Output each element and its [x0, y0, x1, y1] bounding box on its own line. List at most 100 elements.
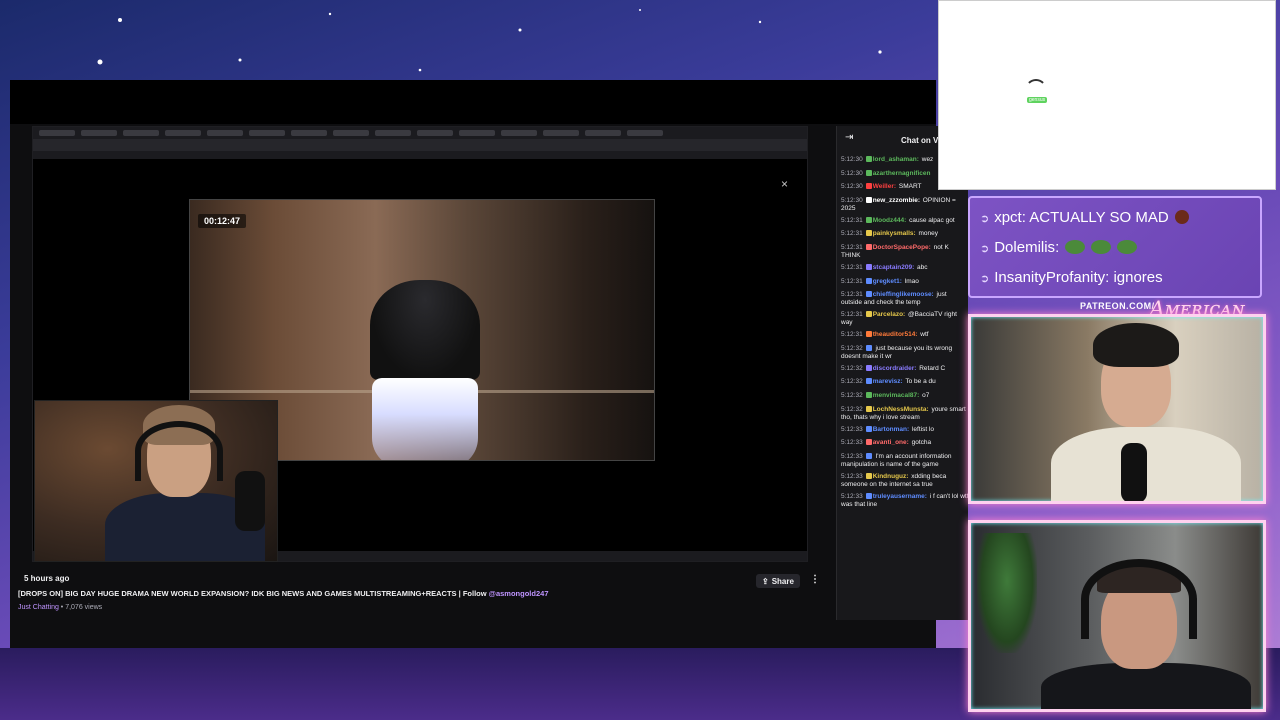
chat-username[interactable]: avanti_one: [873, 439, 909, 446]
chat-message: 5:12:32 marevisz: To be a du [837, 376, 968, 390]
browser-tab[interactable] [459, 130, 495, 136]
browser-tab[interactable] [291, 130, 327, 136]
chat-badge-icon [865, 439, 872, 446]
address-bar[interactable] [33, 139, 807, 151]
browser-source-overlay: gensus [938, 0, 1276, 190]
browser-tab[interactable] [207, 130, 243, 136]
collapse-chat-icon[interactable]: ⇥ [845, 132, 853, 143]
more-options-button[interactable]: ⋮ [810, 574, 820, 585]
chat-badge-icon [865, 169, 872, 176]
chat-text: Retard C [917, 364, 946, 372]
chat-timestamp: 5:12:31 [841, 311, 863, 319]
chat-username[interactable]: Kindnuguz: [873, 473, 909, 480]
category-link[interactable]: Just Chatting [18, 604, 59, 611]
chat-timestamp: 5:12:31 [841, 277, 863, 285]
guest-webcam-top [968, 314, 1266, 504]
browser-tab[interactable] [123, 130, 159, 136]
browser-tab[interactable] [543, 130, 579, 136]
chat-badge-icon [865, 331, 872, 338]
browser-tab[interactable] [333, 130, 369, 136]
chat-message: 5:12:31 stcaptain209: abc [837, 262, 968, 276]
chat-timestamp: 5:12:31 [841, 243, 863, 251]
view-count: • 7,076 views [58, 604, 103, 611]
chat-username[interactable]: DoctorSpacePope: [873, 244, 931, 251]
chat-message: 5:12:31 painkysmalls: money [837, 228, 968, 242]
chat-timestamp: 5:12:32 [841, 378, 863, 386]
chat-message: 5:12:32 just because you its wrong doesn… [837, 343, 968, 363]
share-button[interactable]: ⇪ Share [756, 574, 800, 588]
chat-badge-icon [865, 311, 872, 318]
chat-message: 5:12:31 Parcelazo: @BacciaTV right way [837, 309, 968, 329]
bookmarks-bar [33, 151, 807, 159]
video-title: [DROPS ON] BIG DAY HUGE DRAMA NEW WORLD … [18, 589, 548, 598]
chat-bubble-icon: ➲ [980, 273, 990, 285]
browser-tab[interactable] [39, 130, 75, 136]
browser-tab-strip[interactable] [33, 127, 807, 139]
chat-timestamp: 5:12:33 [841, 425, 863, 433]
browser-tab[interactable] [417, 130, 453, 136]
chat-username[interactable]: Parcelazo: [873, 311, 906, 318]
chat-username[interactable]: stcaptain209: [873, 264, 915, 271]
headset-icon [1081, 559, 1197, 639]
chat-text: leftist lo [910, 425, 935, 433]
video-info-panel: 5 hours ago [DROPS ON] BIG DAY HUGE DRAM… [10, 568, 830, 648]
chat-username[interactable]: theauditor514: [873, 331, 918, 338]
chat-badge-icon [865, 405, 872, 412]
overlay-text: : ignores [1105, 269, 1163, 286]
chat-message: 5:12:30 new_zzzombie: OPINION = 2025 [837, 195, 968, 215]
chat-username[interactable]: marevisz: [873, 378, 903, 385]
chat-message-list: 5:12:30 lord_ashaman: wez 5:12:30 azarthern… [837, 154, 968, 511]
chat-timestamp: 5:12:31 [841, 291, 863, 299]
browser-tab[interactable] [375, 130, 411, 136]
chat-username[interactable]: chieffinglikemoose: [873, 291, 934, 298]
chat-username[interactable]: azarthernagnificen [873, 170, 931, 177]
chat-badge-icon [865, 263, 872, 270]
chat-timestamp: 5:12:33 [841, 472, 863, 480]
browser-tab[interactable] [81, 130, 117, 136]
chat-username[interactable]: discordraider: [873, 365, 917, 372]
chat-username[interactable]: Weiller: [873, 183, 896, 190]
chat-timestamp: 5:12:32 [841, 364, 863, 372]
headset-icon [135, 421, 223, 481]
chat-badge-icon [865, 378, 872, 385]
chat-message: 5:12:31 gregket1: lmao [837, 276, 968, 290]
browser-tab[interactable] [249, 130, 285, 136]
emote-icon [1174, 210, 1189, 224]
chat-text: abc [915, 263, 928, 271]
chat-timestamp: 5:12:33 [841, 439, 863, 447]
browser-tab[interactable] [585, 130, 621, 136]
chat-message: 5:12:31 DoctorSpacePope: not K THINK [837, 242, 968, 262]
chat-badge-icon [865, 277, 872, 284]
chat-message: 5:12:32 discordraider: Retard C [837, 363, 968, 377]
chat-username[interactable]: new_zzzombie: [873, 197, 920, 204]
chat-username[interactable]: LochNessMunsta: [873, 406, 929, 413]
chat-badge-icon [865, 472, 872, 479]
chat-timestamp: 5:12:30 [841, 169, 863, 177]
chat-text: wez [919, 156, 934, 163]
chat-username[interactable]: lord_ashaman: [873, 156, 919, 163]
chat-message: 5:12:33 Kindnuguz: xdding beca someone on… [837, 471, 968, 491]
chat-badge-icon [865, 291, 872, 298]
chat-bubble-icon: ➲ [980, 243, 990, 255]
chat-username[interactable]: truleyausername: [873, 493, 927, 500]
chat-message: 5:12:33 Bartonman: leftist lo [837, 424, 968, 438]
chat-username[interactable]: Bartonman: [873, 426, 909, 433]
overlay-text: : [1055, 239, 1060, 256]
chat-username[interactable]: menvimacal87: [873, 392, 920, 399]
browser-tab[interactable] [627, 130, 663, 136]
share-label: Share [771, 576, 794, 586]
chat-message: 5:12:31 chieffinglikemoose: just outside … [837, 289, 968, 309]
follow-link[interactable]: @asmongold247 [489, 589, 549, 598]
chat-timestamp: 5:12:32 [841, 391, 863, 399]
streamer-webcam [34, 400, 278, 562]
close-icon[interactable]: × [781, 177, 788, 191]
overlay-chat-box: ➲ xpct: ACTUALLY SO MAD ➲ Dolemilis: ➲ Insani… [968, 196, 1262, 298]
browser-tab[interactable] [165, 130, 201, 136]
browser-tab[interactable] [501, 130, 537, 136]
webcam-person-body [1041, 663, 1251, 709]
chat-username[interactable]: painkysmalls: [873, 230, 916, 237]
overlay-chat-line: ➲ xpct: ACTUALLY SO MAD [980, 208, 1260, 229]
chat-text: money [916, 230, 939, 238]
chat-username[interactable]: gregket1: [873, 278, 902, 285]
chat-username[interactable]: Moodz444: [873, 217, 907, 224]
